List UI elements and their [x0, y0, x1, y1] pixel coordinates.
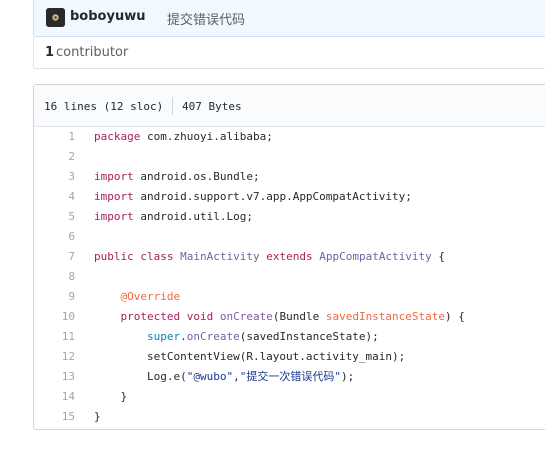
code-line: 2 [34, 147, 545, 167]
code-token: android.support.v7.app.AppCompatActivity… [133, 190, 412, 203]
code-token: , [233, 370, 240, 383]
code-token: } [94, 410, 101, 423]
commit-message-link[interactable]: 提交错误代码 [167, 9, 245, 28]
line-number[interactable]: 13 [34, 367, 75, 387]
contributor-label[interactable]: contributor [56, 45, 128, 60]
line-number[interactable]: 12 [34, 347, 75, 367]
line-content: } [94, 407, 101, 427]
line-number[interactable]: 6 [34, 227, 75, 247]
code-token: package [94, 130, 141, 143]
line-number[interactable]: 2 [34, 147, 75, 167]
code-line: 8 [34, 267, 545, 287]
author-avatar[interactable] [46, 8, 65, 27]
code-token: class [140, 250, 174, 263]
code-line: 9 @Override [34, 287, 545, 307]
code-line: 10 protected void onCreate(Bundle savedI… [34, 307, 545, 327]
code-token: com.zhuoyi.alibaba; [140, 130, 273, 143]
code-token: (Bundle [272, 310, 326, 323]
code-token: onCreate [186, 330, 240, 343]
line-number[interactable]: 1 [34, 127, 75, 147]
file-lines-info: 16 lines (12 sloc) [44, 100, 164, 113]
code-line: 3 import android.os.Bundle; [34, 167, 545, 187]
contributors-bar: 1 contributor [33, 37, 545, 69]
commit-author-link[interactable]: boboyuwu [70, 9, 145, 24]
code-token: extends [266, 250, 313, 263]
code-token: import [94, 190, 134, 203]
line-number[interactable]: 3 [34, 167, 75, 187]
code-token: void [186, 310, 214, 323]
code-line: 12 setContentView(R.layout.activity_main… [34, 347, 545, 367]
line-content: import android.support.v7.app.AppCompatA… [94, 187, 412, 207]
code-line: 7 public class MainActivity extends AppCo… [34, 247, 545, 267]
code-token: } [94, 390, 128, 403]
code-token: public [94, 250, 134, 263]
code-line: 6 [34, 227, 545, 247]
code-line: 13 Log.e("@wubo","提交一次错误代码"); [34, 367, 545, 387]
code-token: ) { [445, 310, 465, 323]
code-line: 11 super.onCreate(savedInstanceState); [34, 327, 545, 347]
file-info-divider [172, 97, 173, 115]
line-content: package com.zhuoyi.alibaba; [94, 127, 273, 147]
code-token: setContentView(R.layout.activity_main); [94, 350, 406, 363]
code-line: 15} [34, 407, 545, 427]
code-token: { [431, 250, 446, 263]
code-token: "@wubo" [186, 370, 234, 383]
code-line: 1 package com.zhuoyi.alibaba; [34, 127, 545, 147]
line-number[interactable]: 8 [34, 267, 75, 287]
code-token: savedInstanceState [325, 310, 446, 323]
line-number[interactable]: 5 [34, 207, 75, 227]
file-viewer: 16 lines (12 sloc) 407 Bytes 1 package co… [33, 84, 545, 430]
file-size: 407 Bytes [182, 100, 242, 113]
line-content: } [94, 387, 127, 407]
line-number[interactable]: 15 [34, 407, 75, 427]
code-token: (savedInstanceState); [239, 330, 379, 343]
code-token: Log.e( [94, 370, 187, 383]
code-line: 4 import android.support.v7.app.AppCompat… [34, 187, 545, 207]
line-content: setContentView(R.layout.activity_main); [94, 347, 405, 367]
line-number[interactable]: 11 [34, 327, 75, 347]
line-content: import android.os.Bundle; [94, 167, 260, 187]
line-number[interactable]: 7 [34, 247, 75, 267]
code-token: "提交一次错误代码" [239, 370, 341, 383]
code-token: MainActivity [180, 250, 260, 263]
line-content: import android.util.Log; [94, 207, 253, 227]
code-token: super [146, 330, 181, 343]
line-content: protected void onCreate(Bundle savedInst… [94, 307, 465, 327]
latest-commit-bar: boboyuwu 提交错误代码 [33, 0, 545, 37]
code-token: . [180, 330, 187, 343]
line-content: @Override [94, 287, 181, 307]
code-token: protected [120, 310, 181, 323]
contributor-count: 1 [45, 45, 55, 60]
code-token: android.os.Bundle; [133, 170, 260, 183]
file-info-header: 16 lines (12 sloc) 407 Bytes [34, 85, 545, 127]
code-token: import [94, 170, 134, 183]
line-number[interactable]: 4 [34, 187, 75, 207]
code-line: 5 import android.util.Log; [34, 207, 545, 227]
line-content: super.onCreate(savedInstanceState); [94, 327, 379, 347]
line-number[interactable]: 14 [34, 387, 75, 407]
code-token: @Override [120, 290, 181, 303]
code-token: AppCompatActivity [319, 250, 432, 263]
code-block: 1 package com.zhuoyi.alibaba; 2 3 import and… [34, 127, 545, 427]
code-token: import [94, 210, 134, 223]
code-token: onCreate [219, 310, 273, 323]
code-token: android.util.Log; [133, 210, 253, 223]
line-content: public class MainActivity extends AppCom… [94, 247, 445, 267]
line-content: Log.e("@wubo","提交一次错误代码"); [94, 367, 354, 387]
line-number[interactable]: 9 [34, 287, 75, 307]
line-number[interactable]: 10 [34, 307, 75, 327]
code-line: 14 } [34, 387, 545, 407]
code-token: ); [340, 370, 355, 383]
